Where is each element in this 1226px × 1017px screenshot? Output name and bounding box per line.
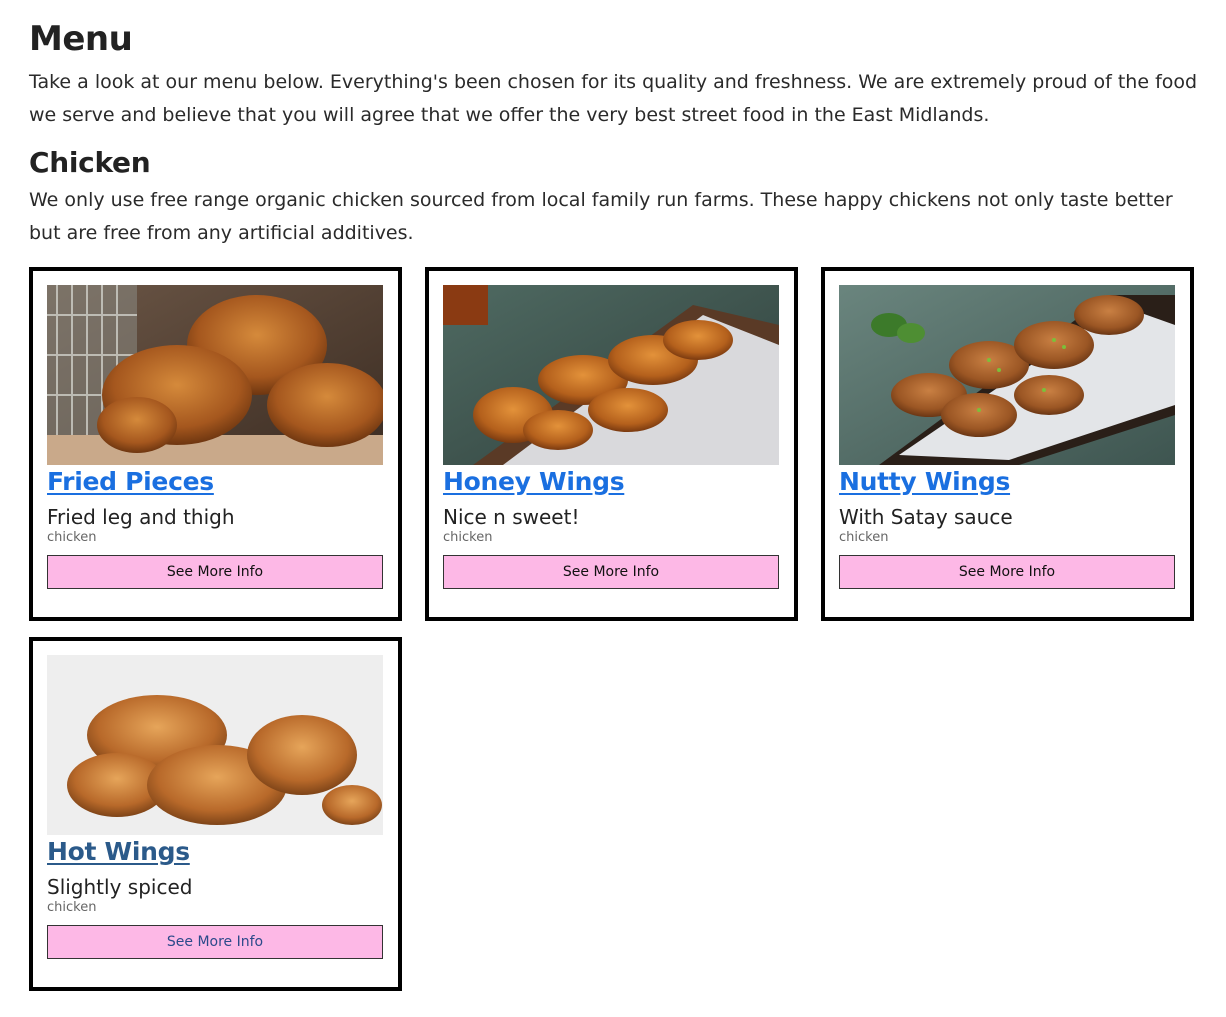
nutty-wings-photo	[839, 285, 1175, 465]
page-title: Menu	[29, 19, 133, 59]
see-more-info-button[interactable]: See More Info	[47, 555, 383, 589]
item-category: chicken	[443, 530, 493, 545]
item-description: Slightly spiced	[47, 875, 193, 899]
honey-wings-photo	[443, 285, 779, 465]
item-category: chicken	[47, 900, 97, 915]
see-more-info-button[interactable]: See More Info	[839, 555, 1175, 589]
see-more-info-button[interactable]: See More Info	[47, 925, 383, 959]
menu-intro: Take a look at our menu below. Everythin…	[29, 71, 1198, 126]
item-description: Fried leg and thigh	[47, 505, 235, 529]
fried-pieces-photo	[47, 285, 383, 465]
menu-card-nutty-wings: Nutty Wings With Satay sauce chicken See…	[821, 267, 1194, 621]
item-category: chicken	[47, 530, 97, 545]
menu-card-honey-wings: Honey Wings Nice n sweet! chicken See Mo…	[425, 267, 798, 621]
menu-page: Menu Take a look at our menu below. Ever…	[0, 0, 1226, 991]
hot-wings-photo	[47, 655, 383, 835]
category-title: Chicken	[29, 146, 151, 179]
item-category: chicken	[839, 530, 889, 545]
item-description: With Satay sauce	[839, 505, 1013, 529]
see-more-info-button[interactable]: See More Info	[443, 555, 779, 589]
item-title-link[interactable]: Hot Wings	[47, 837, 190, 867]
item-title-link[interactable]: Fried Pieces	[47, 467, 214, 497]
category-description: We only use free range organic chicken s…	[29, 189, 1173, 244]
item-title-link[interactable]: Nutty Wings	[839, 467, 1010, 497]
menu-grid: Fried Pieces Fried leg and thigh chicken…	[29, 267, 1198, 991]
item-description: Nice n sweet!	[443, 505, 580, 529]
item-title-link[interactable]: Honey Wings	[443, 467, 625, 497]
menu-card-fried-pieces: Fried Pieces Fried leg and thigh chicken…	[29, 267, 402, 621]
menu-card-hot-wings: Hot Wings Slightly spiced chicken See Mo…	[29, 637, 402, 991]
